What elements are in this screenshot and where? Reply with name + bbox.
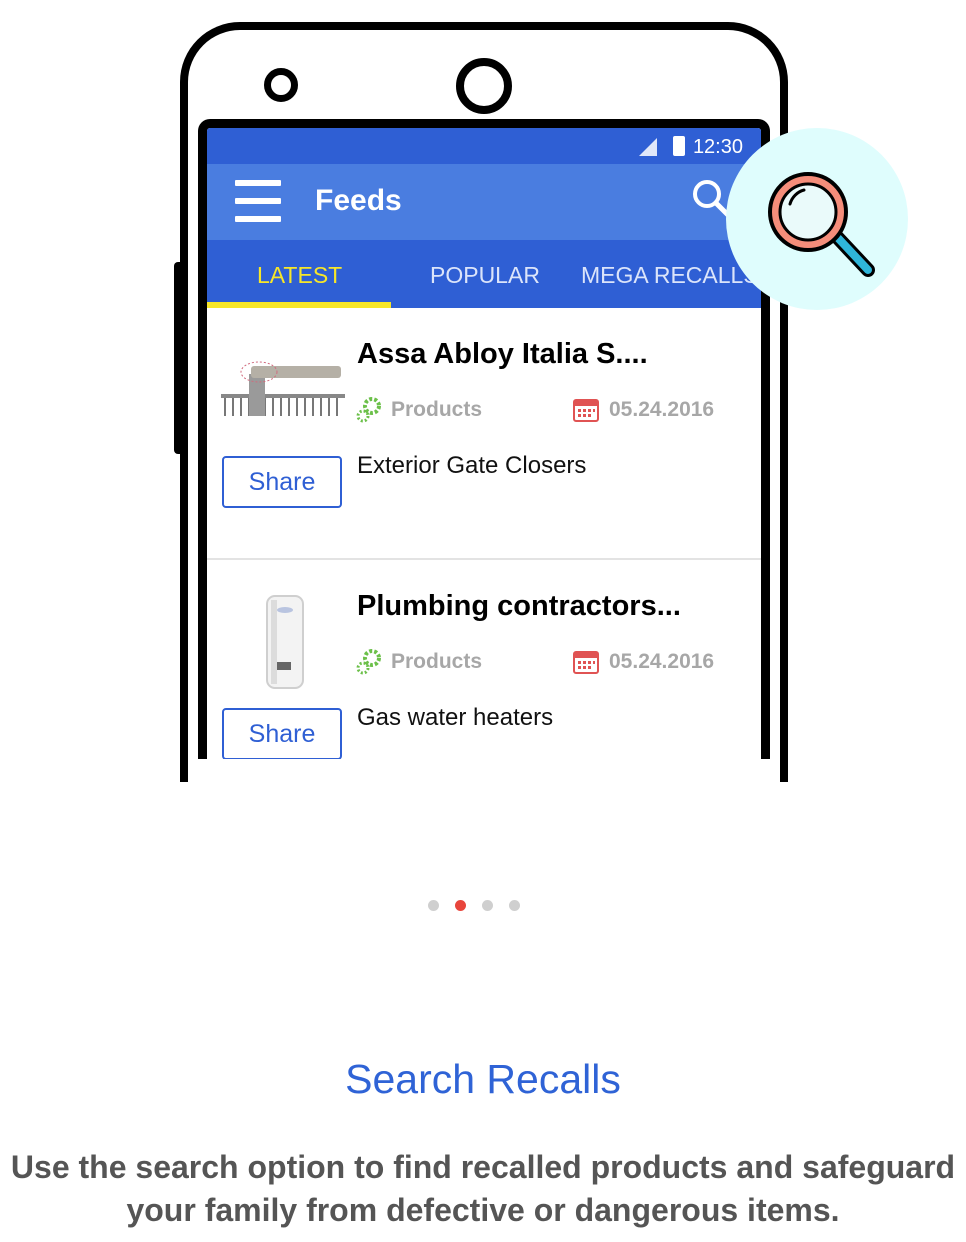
gate-closer-image	[221, 361, 345, 416]
feed-item[interactable]: Plumbing contractors... Products 05.24.2…	[207, 560, 761, 759]
feed-item-meta: Products 05.24.2016	[355, 396, 755, 426]
status-bar: 12:30	[207, 128, 761, 164]
date-label: 05.24.2016	[609, 398, 715, 421]
speaker-dot	[264, 68, 298, 102]
onboarding-description: Use the search option to find recalled p…	[10, 1149, 956, 1228]
phone-side-button	[174, 262, 184, 454]
share-button[interactable]: Share	[222, 456, 342, 508]
onboarding-headline: Search Recalls	[345, 1056, 621, 1102]
page-dot[interactable]	[428, 900, 439, 911]
gears-icon	[356, 649, 381, 675]
feed-item-title[interactable]: Assa Abloy Italia S....	[357, 338, 648, 371]
page-dot[interactable]	[509, 900, 520, 911]
phone-screen: 12:30 Feeds LATEST POPULAR MEGA RECALLS	[198, 119, 770, 759]
page-dot-active[interactable]	[455, 900, 466, 911]
signal-icon	[639, 138, 657, 156]
feed-item-meta: Products 05.24.2016	[355, 648, 755, 678]
category-label: Products	[391, 650, 483, 673]
tab-bar: LATEST POPULAR MEGA RECALLS	[207, 240, 761, 308]
camera-dot	[456, 58, 512, 114]
calendar-icon	[573, 651, 599, 674]
date-label: 05.24.2016	[609, 650, 715, 673]
magnifier-icon	[768, 172, 875, 277]
battery-icon	[673, 136, 685, 156]
feed-item-title[interactable]: Plumbing contractors...	[357, 590, 681, 623]
app-bar: Feeds	[207, 164, 761, 240]
search-icon[interactable]	[691, 178, 731, 218]
app-title: Feeds	[315, 184, 402, 217]
magnifier-bubble	[726, 128, 908, 310]
hamburger-menu-icon[interactable]	[235, 180, 281, 222]
gears-icon	[356, 397, 381, 423]
share-button[interactable]: Share	[222, 708, 342, 759]
calendar-icon	[573, 399, 599, 422]
water-heater-image	[266, 595, 304, 689]
feed-item-description: Exterior Gate Closers	[357, 452, 587, 479]
tab-latest[interactable]: LATEST	[257, 262, 342, 289]
page-dot[interactable]	[482, 900, 493, 911]
feed-item[interactable]: Assa Abloy Italia S.... Products 05.24.2…	[207, 308, 761, 560]
category-label: Products	[391, 398, 483, 421]
feed-item-description: Gas water heaters	[357, 704, 554, 731]
tab-popular[interactable]: POPULAR	[430, 262, 540, 289]
